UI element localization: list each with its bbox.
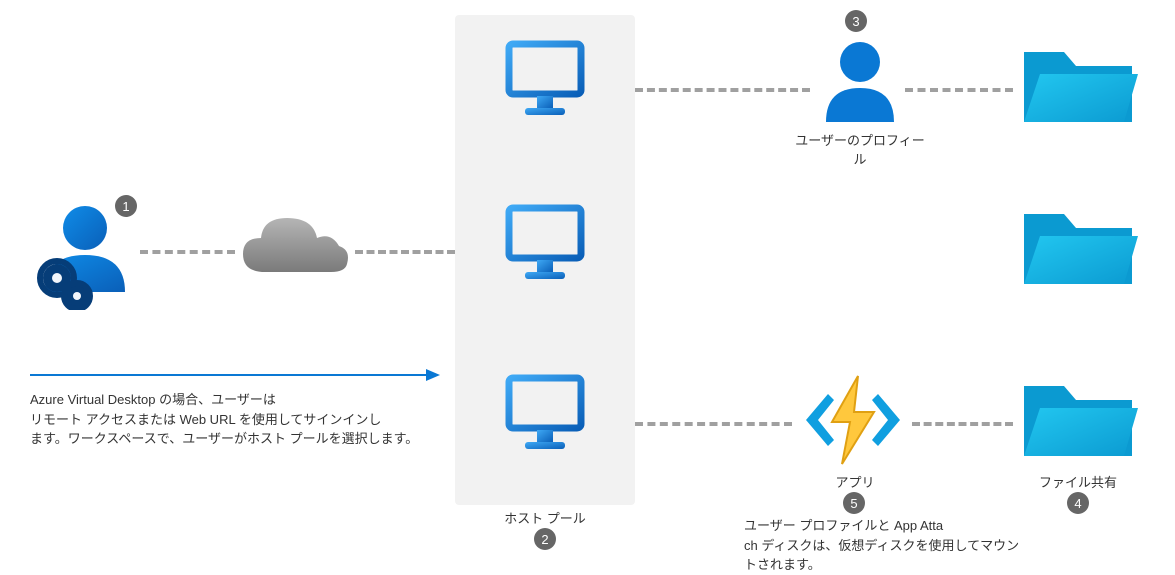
connector (905, 88, 1013, 92)
caption-line: リモート アクセスまたは Web URL を使用してサインインし (30, 410, 436, 430)
monitor-icon (503, 202, 587, 289)
step5-caption: ユーザー プロファイルと App Atta ch ディスクは、仮想ディスクを使用… (744, 516, 1024, 575)
connector (912, 422, 1013, 426)
badge-3: 3 (845, 10, 867, 32)
connector (635, 422, 792, 426)
badge-4: 4 (1067, 492, 1089, 514)
connector (635, 88, 810, 92)
hostpool-label: ホスト プール (455, 508, 635, 527)
badge-5: 5 (843, 492, 865, 514)
folder-icon (1018, 196, 1138, 299)
apps-icon (798, 370, 908, 473)
connector (140, 250, 235, 254)
caption-line: ユーザー プロファイルと App Atta (744, 516, 1024, 536)
user-gear-icon (35, 200, 135, 313)
cloud-icon (235, 210, 355, 293)
badge-2: 2 (534, 528, 556, 550)
monitor-icon (503, 38, 587, 125)
flow-arrow (30, 374, 428, 376)
user-profile-icon (820, 38, 900, 131)
apps-label: アプリ (800, 472, 910, 491)
badge-1: 1 (115, 195, 137, 217)
connector (355, 250, 455, 254)
fileshare-label: ファイル共有 (1018, 472, 1138, 491)
caption-line: ます。ワークスペースで、ユーザーがホスト プールを選択します。 (30, 429, 436, 449)
step1-caption: Azure Virtual Desktop の場合、ユーザーは リモート アクセ… (30, 390, 436, 449)
folder-icon (1018, 34, 1138, 137)
folder-icon (1018, 368, 1138, 471)
caption-line: ch ディスクは、仮想ディスクを使用してマウン (744, 536, 1024, 556)
profile-label: ユーザーのプロフィール (790, 130, 930, 168)
caption-line: Azure Virtual Desktop の場合、ユーザーは (30, 390, 436, 410)
monitor-icon (503, 372, 587, 459)
flow-arrow-head (426, 369, 440, 381)
